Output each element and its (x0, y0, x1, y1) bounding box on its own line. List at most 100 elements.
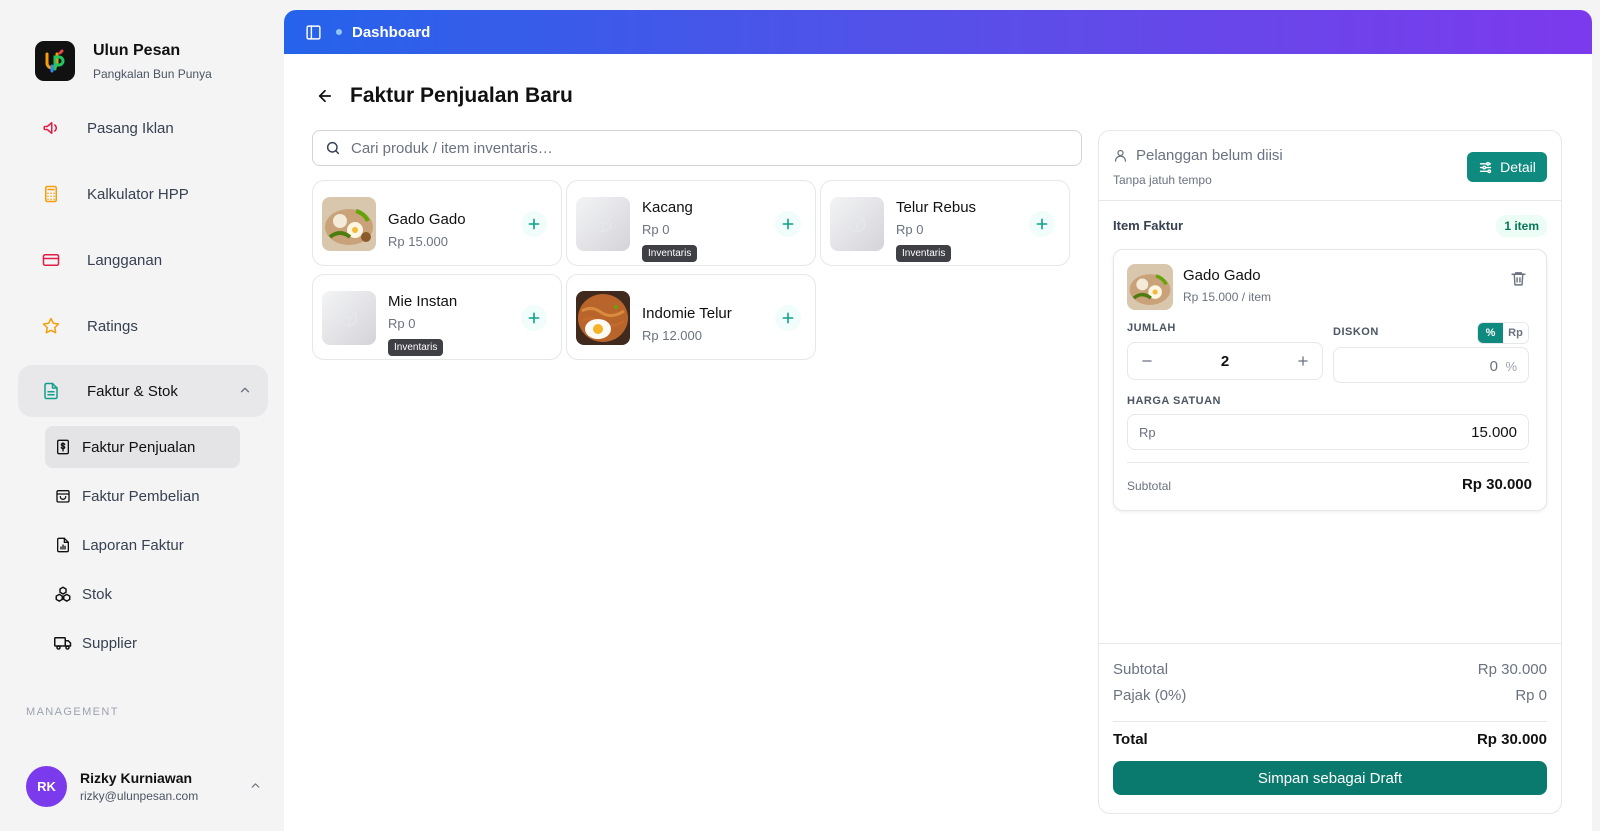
receipt-icon (54, 438, 72, 456)
sidebar-item-faktur-stok[interactable]: Faktur & Stok (18, 365, 268, 417)
product-card-mie-instan[interactable]: Mie Instan Rp 0 Inventaris (312, 274, 562, 360)
brand[interactable]: Ulun Pesan Pangkalan Bun Punya (35, 41, 212, 81)
sidebar-item-langganan[interactable]: Langganan (18, 234, 268, 286)
product-price: Rp 12.000 (642, 328, 702, 343)
megaphone-icon (41, 118, 61, 138)
sidebar-item-label: Faktur & Stok (87, 382, 178, 400)
page-title: Faktur Penjualan Baru (350, 84, 573, 107)
discount-field[interactable]: 0 % (1333, 347, 1529, 383)
sidebar-toggle-icon[interactable] (304, 23, 322, 41)
sidebar-subitem-label: Faktur Pembelian (82, 487, 200, 505)
product-price: Rp 15.000 (388, 234, 448, 249)
sidebar: Ulun Pesan Pangkalan Bun Punya Pasang Ik… (0, 0, 284, 831)
product-card-gado-gado[interactable]: Gado Gado Rp 15.000 (312, 180, 562, 266)
product-card-kacang[interactable]: Kacang Rp 0 Inventaris (566, 180, 816, 266)
sidebar-subitem-laporan-faktur[interactable]: Laporan Faktur (45, 524, 240, 566)
items-heading: Item Faktur (1113, 218, 1184, 233)
sidebar-subitem-faktur-pembelian[interactable]: Faktur Pembelian (45, 475, 240, 517)
sidebar-subitem-label: Laporan Faktur (82, 536, 184, 554)
back-arrow-icon[interactable] (314, 85, 336, 107)
product-price: Rp 0 (642, 222, 670, 237)
sidebar-item-pasang-iklan[interactable]: Pasang Iklan (18, 102, 268, 154)
items-count-badge: 1 item (1496, 215, 1547, 237)
item-subtotal-label: Subtotal (1127, 479, 1172, 493)
discount-mode-toggle: % Rp (1477, 322, 1529, 344)
search-input[interactable] (351, 139, 1051, 157)
summary-subtotal-label: Subtotal (1113, 661, 1169, 678)
invoice-panel: Pelanggan belum diisi Tanpa jatuh tempo … (1098, 130, 1562, 814)
detail-button-label: Detail (1500, 159, 1536, 175)
boxes-icon (54, 585, 72, 603)
sidebar-subitem-stok[interactable]: Stok (45, 573, 240, 615)
discount-unit: % (1505, 359, 1517, 374)
credit-card-icon (41, 250, 61, 270)
product-image-placeholder (322, 291, 376, 345)
brand-subtitle: Pangkalan Bun Punya (93, 66, 212, 81)
divider (1099, 200, 1561, 201)
product-card-telur-rebus[interactable]: Telur Rebus Rp 0 Inventaris (820, 180, 1070, 266)
product-price: Rp 0 (896, 222, 924, 237)
package-icon (848, 215, 866, 233)
add-product-button[interactable] (521, 211, 547, 237)
summary-subtotal-row: Subtotal Rp 30.000 (1113, 661, 1547, 678)
product-card-indomie-telur[interactable]: Indomie Telur Rp 12.000 (566, 274, 816, 360)
sidebar-item-ratings[interactable]: Ratings (18, 300, 268, 352)
customer-selector[interactable]: Pelanggan belum diisi (1113, 147, 1283, 164)
product-name: Telur Rebus (896, 199, 977, 216)
inventory-badge: Inventaris (388, 339, 444, 356)
sidebar-subitem-label: Supplier (82, 634, 138, 652)
sidebar-item-kalkulator-hpp[interactable]: Kalkulator HPP (18, 168, 268, 220)
discount-mode-percent[interactable]: % (1478, 323, 1503, 343)
user-icon (1113, 148, 1128, 163)
summary-subtotal-value: Rp 30.000 (1477, 661, 1547, 678)
divider (1127, 462, 1529, 463)
add-product-button[interactable] (1029, 211, 1055, 237)
product-name: Gado Gado (388, 211, 466, 228)
page-header: Faktur Penjualan Baru (314, 84, 573, 108)
detail-button[interactable]: Detail (1467, 152, 1547, 182)
breadcrumb[interactable]: Dashboard (352, 24, 430, 41)
item-name: Gado Gado (1183, 267, 1261, 284)
user-name: Rizky Kurniawan (80, 769, 193, 786)
customer-name: Pelanggan belum diisi (1136, 147, 1283, 164)
add-product-button[interactable] (521, 305, 547, 331)
package-icon (340, 309, 358, 327)
add-product-button[interactable] (775, 305, 801, 331)
sidebar-subitem-supplier[interactable]: Supplier (45, 622, 240, 664)
item-image (1127, 264, 1173, 310)
chevron-up-icon[interactable] (238, 383, 252, 402)
discount-value: 0 (1489, 358, 1498, 375)
document-icon (41, 381, 61, 401)
divider (1099, 643, 1561, 644)
product-name: Indomie Telur (642, 305, 732, 322)
sidebar-item-label: Pasang Iklan (87, 119, 174, 137)
summary-total-row: Total Rp 30.000 (1113, 731, 1547, 748)
trash-icon[interactable] (1510, 270, 1528, 288)
discount-label: DISKON (1333, 326, 1379, 338)
divider (1113, 721, 1547, 722)
qty-label: JUMLAH (1127, 322, 1176, 334)
product-name: Mie Instan (388, 293, 458, 310)
sidebar-item-label: Ratings (87, 317, 138, 335)
invoice-item-card: Gado Gado Rp 15.000 / item JUMLAH 2 DISK… (1113, 249, 1547, 511)
quantity-value[interactable]: 2 (1128, 353, 1322, 370)
add-product-button[interactable] (775, 211, 801, 237)
unit-price-field[interactable]: Rp 15.000 (1127, 414, 1529, 450)
sidebar-item-label: Langganan (87, 251, 163, 269)
plus-icon[interactable] (1294, 352, 1312, 370)
summary-total-value: Rp 30.000 (1476, 731, 1547, 748)
summary-total-label: Total (1113, 731, 1148, 748)
discount-mode-rupiah[interactable]: Rp (1503, 323, 1528, 343)
product-search (312, 130, 1082, 166)
shopping-bag-icon (54, 487, 72, 505)
product-image-placeholder (576, 197, 630, 251)
quantity-stepper: 2 (1127, 342, 1323, 380)
user-email: rizky@ulunpesan.com (80, 788, 199, 803)
breadcrumb-dot (336, 29, 342, 35)
search-icon (325, 140, 341, 156)
app-logo (35, 41, 75, 81)
user-menu[interactable]: RK Rizky Kurniawan rizky@ulunpesan.com (26, 765, 266, 807)
save-draft-button[interactable]: Simpan sebagai Draft (1113, 761, 1547, 795)
product-image (322, 197, 376, 251)
sidebar-subitem-faktur-penjualan[interactable]: Faktur Penjualan (45, 426, 240, 468)
